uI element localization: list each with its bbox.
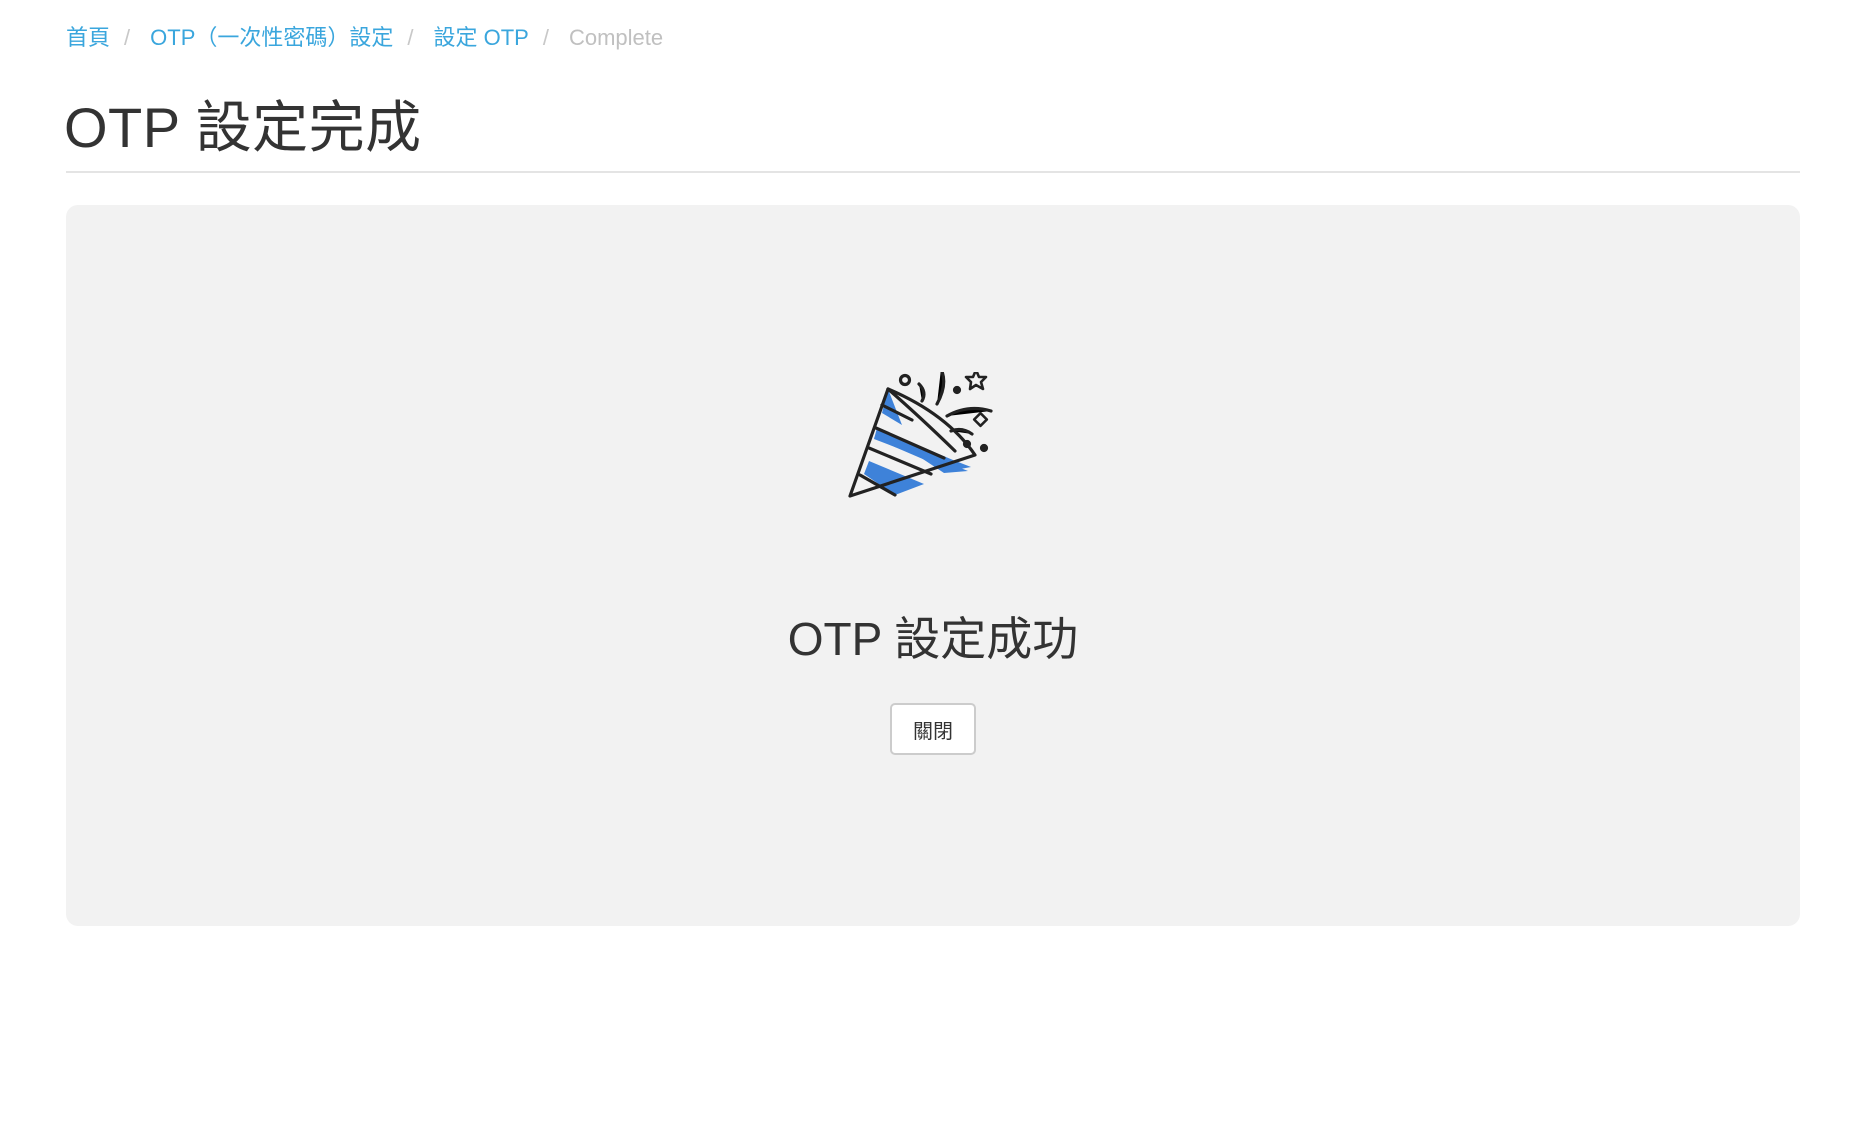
breadcrumb-otp-settings-link[interactable]: OTP（一次性密碼）設定 (150, 22, 393, 54)
breadcrumb: 首頁 / OTP（一次性密碼）設定 / 設定 OTP / Complete (66, 22, 663, 54)
breadcrumb-home-link[interactable]: 首頁 (66, 22, 110, 54)
breadcrumb-separator: / (542, 25, 549, 50)
party-popper-icon (848, 372, 993, 498)
completion-panel: OTP 設定成功 關閉 (66, 205, 1800, 926)
breadcrumb-separator: / (407, 25, 414, 50)
breadcrumb-current: Complete (568, 25, 664, 50)
close-button[interactable]: 關閉 (890, 703, 976, 755)
breadcrumb-separator: / (124, 25, 131, 50)
success-message: OTP 設定成功 (787, 613, 1079, 665)
breadcrumb-setup-otp-link[interactable]: 設定 OTP (434, 22, 529, 54)
page-title: OTP 設定完成 (64, 96, 422, 159)
title-divider (66, 171, 1800, 173)
